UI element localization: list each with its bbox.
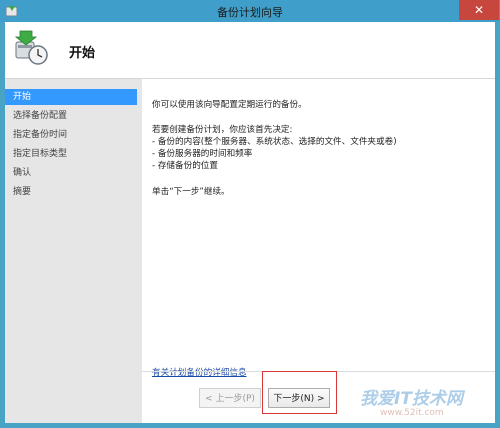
decide-heading: 若要创建备份计划，你应该首先决定: — [152, 125, 293, 135]
page-title: 开始 — [69, 46, 96, 61]
wizard-window: 备份计划向导 ✕ 开始 开始 选择备份配置 指定备份时间 指定目标类型 确认 摘… — [0, 0, 500, 428]
wizard-steps-sidebar: 开始 选择备份配置 指定备份时间 指定目标类型 确认 摘要 — [5, 79, 142, 423]
window-title: 备份计划向导 — [217, 6, 283, 19]
step-item-schedule-time[interactable]: 指定备份时间 — [5, 127, 137, 143]
next-button-highlight — [262, 371, 337, 414]
step-item-destination-type[interactable]: 指定目标类型 — [5, 146, 137, 162]
step-item-summary[interactable]: 摘要 — [5, 184, 137, 200]
more-info-link[interactable]: 有关计划备份的详细信息 — [152, 366, 247, 378]
watermark: 我爱IT技术网 www.52it.com — [340, 378, 480, 423]
step-item-confirm[interactable]: 确认 — [5, 165, 137, 181]
title-bar[interactable]: 备份计划向导 ✕ — [0, 0, 500, 22]
close-button[interactable]: ✕ — [459, 0, 499, 20]
intro-text: 你可以使用该向导配置定期运行的备份。 — [152, 100, 307, 110]
continue-text: 单击“下一步”继续。 — [152, 187, 230, 197]
bullet-item: - 备份的内容(整个服务器、系统状态、选择的文件、文件夹或卷) — [152, 137, 397, 147]
bullet-item: - 存储备份的位置 — [152, 161, 218, 171]
prev-button[interactable]: < 上一步(P) — [199, 388, 261, 408]
wizard-client: 开始 开始 选择备份配置 指定备份时间 指定目标类型 确认 摘要 你可以使用该向… — [5, 22, 495, 423]
bullet-item: - 备份服务器的时间和频率 — [152, 149, 253, 159]
step-item-select-config[interactable]: 选择备份配置 — [5, 108, 137, 124]
wizard-header: 开始 — [5, 22, 495, 79]
backup-wizard-icon — [14, 30, 48, 65]
step-item-start[interactable]: 开始 — [5, 89, 137, 105]
wizard-content: 你可以使用该向导配置定期运行的备份。 若要创建备份计划，你应该首先决定: - 备… — [143, 79, 495, 378]
watermark-text: 我爱IT技术网 — [360, 389, 463, 409]
watermark-url: www.52it.com — [380, 408, 444, 418]
